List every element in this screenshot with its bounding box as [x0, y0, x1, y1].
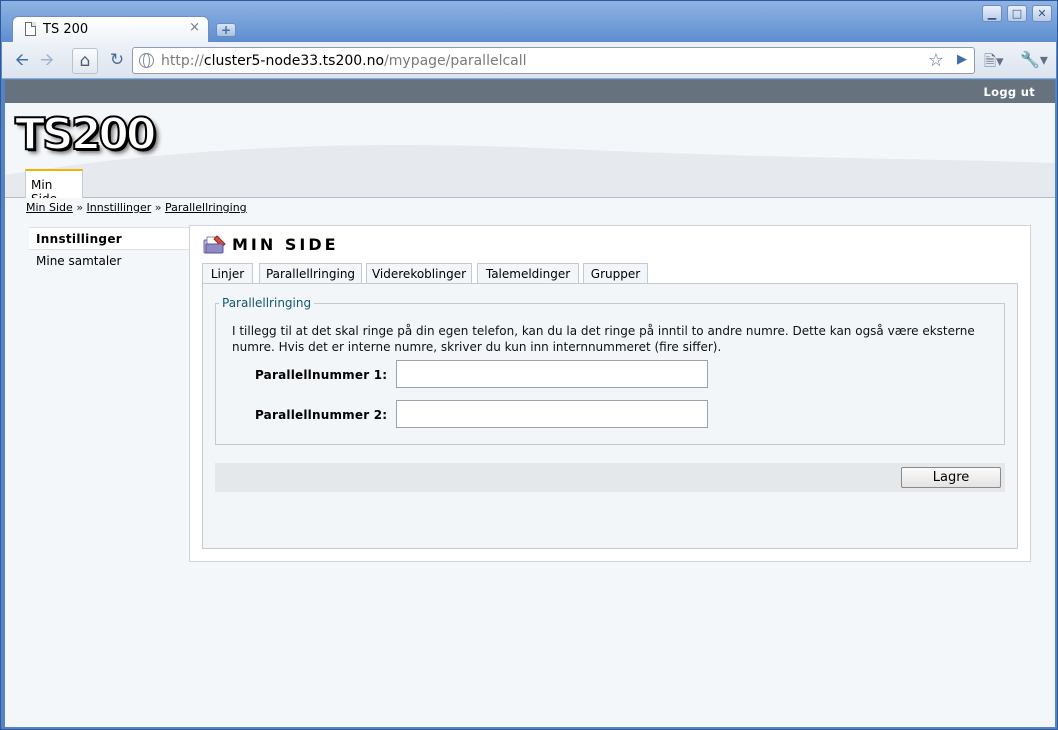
title-bar: TS 200 × + ▁ □ ✕	[1, 1, 1057, 43]
site-header: TS200 Min Side	[5, 103, 1055, 198]
tab-viderekoblinger[interactable]: Viderekoblinger	[366, 263, 472, 284]
action-bar: Lagre	[215, 463, 1005, 492]
tab-parallellringing[interactable]: Parallellringing	[259, 263, 362, 284]
fieldset-legend: Parallellringing	[219, 296, 315, 310]
main-nav-tab-min-side[interactable]: Min Side	[25, 169, 83, 198]
side-item-innstillinger[interactable]: Innstillinger	[29, 227, 189, 250]
forward-icon[interactable]: 🡪	[35, 48, 59, 74]
page-viewport: Logg ut TS200 Min Side Min Side » Innsti…	[5, 80, 1055, 727]
parallel-number-1-label: Parallellnummer 1:	[255, 368, 388, 382]
page-menu-icon[interactable]: 🗎▾	[984, 51, 1010, 71]
header-divider	[5, 197, 1055, 198]
new-tab-button[interactable]: +	[216, 23, 236, 37]
minimize-button[interactable]: ▁	[982, 5, 1002, 22]
wrench-icon[interactable]: 🔧▾	[1020, 50, 1050, 70]
parallel-number-2-input[interactable]	[396, 400, 708, 428]
logout-link[interactable]: Logg ut	[984, 85, 1035, 99]
page-title: MIN SIDE	[232, 235, 339, 254]
save-button[interactable]: Lagre	[901, 467, 1001, 488]
breadcrumb-innstillinger[interactable]: Innstillinger	[87, 201, 152, 214]
browser-tab[interactable]: TS 200 ×	[12, 16, 209, 43]
tab-grupper[interactable]: Grupper	[583, 263, 648, 284]
header-wave	[5, 145, 1055, 198]
page-icon	[25, 22, 36, 36]
side-item-mine-samtaler[interactable]: Mine samtaler	[29, 250, 189, 273]
reload-icon[interactable]: ↻	[104, 48, 130, 74]
side-menu: Innstillinger Mine samtaler	[29, 227, 189, 273]
home-icon[interactable]: ⌂	[72, 48, 98, 74]
parallel-number-1-input[interactable]	[396, 360, 708, 388]
tab-title: TS 200	[43, 22, 89, 37]
tab-linjer[interactable]: Linjer	[202, 263, 253, 284]
breadcrumb: Min Side » Innstillinger » Parallellring…	[26, 201, 247, 214]
description-text: I tillegg til at det skal ringe på din e…	[232, 324, 975, 354]
bookmark-star-icon[interactable]: ☆	[928, 50, 944, 71]
browser-window: TS 200 × + ▁ □ ✕ 🡨 🡪 ⌂ ↻ http://cluster5…	[0, 0, 1058, 730]
url-text[interactable]: http://cluster5-node33.ts200.no/mypage/p…	[161, 53, 527, 69]
address-bar[interactable]: http://cluster5-node33.ts200.no/mypage/p…	[132, 47, 975, 74]
breadcrumb-min-side[interactable]: Min Side	[26, 201, 73, 214]
settings-folder-icon	[203, 235, 226, 254]
tab-talemeldinger[interactable]: Talemeldinger	[477, 263, 579, 284]
tab-close-icon[interactable]: ×	[189, 21, 200, 35]
browser-toolbar: 🡨 🡪 ⌂ ↻ http://cluster5-node33.ts200.no/…	[2, 42, 1056, 79]
breadcrumb-parallellringing[interactable]: Parallellringing	[165, 201, 247, 214]
top-bar: Logg ut	[5, 80, 1055, 103]
tab-panel: Parallellringing I tillegg til at det sk…	[202, 283, 1018, 549]
breadcrumb-separator: »	[76, 201, 84, 214]
parallel-number-2-label: Parallellnummer 2:	[255, 408, 388, 422]
go-icon[interactable]: ▶	[952, 48, 972, 74]
breadcrumb-separator: »	[154, 201, 162, 214]
back-icon[interactable]: 🡨	[10, 48, 34, 74]
site-logo[interactable]: TS200	[14, 108, 158, 161]
maximize-button[interactable]: □	[1007, 5, 1027, 22]
content-panel: MIN SIDE Linjer Parallellringing Viderek…	[189, 225, 1031, 562]
globe-icon	[139, 53, 154, 68]
close-window-button[interactable]: ✕	[1032, 5, 1052, 22]
